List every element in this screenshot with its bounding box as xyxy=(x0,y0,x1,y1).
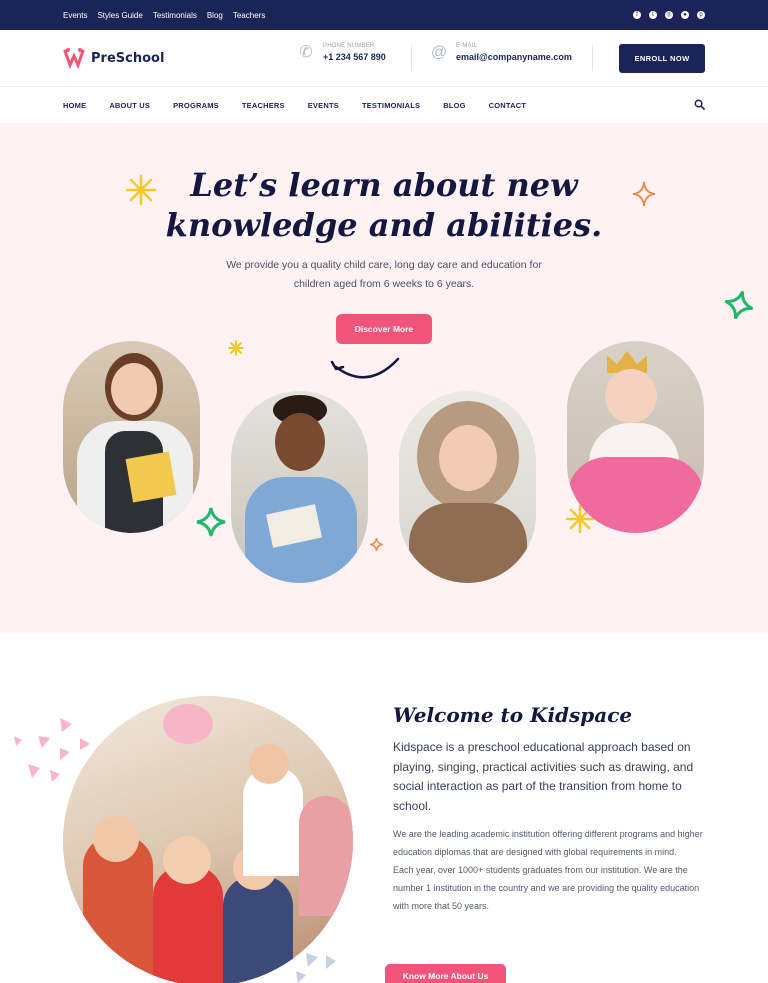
nav-item-teachers[interactable]: TEACHERS xyxy=(242,101,285,110)
pinterest-icon[interactable]: p xyxy=(697,11,705,19)
logo-icon xyxy=(63,48,85,69)
hero-subtitle-line2: children aged from 6 weeks to 6 years. xyxy=(293,278,475,290)
discover-more-button[interactable]: Discover More xyxy=(336,314,432,344)
orange-sparkle-icon xyxy=(632,181,656,207)
email-label: E-MAIL xyxy=(456,43,478,49)
main-nav: HOME ABOUT US PROGRAMS TEACHERS EVENTS T… xyxy=(0,87,768,123)
blue-triangles-decoration xyxy=(296,953,336,983)
instagram-icon[interactable]: ◎ xyxy=(665,11,673,19)
about-section: Welcome to Kidspace Kidspace is a presch… xyxy=(0,633,768,983)
enroll-button[interactable]: ENROLL NOW xyxy=(619,44,705,73)
top-links: Events Styles Guide Testimonials Blog Te… xyxy=(63,11,265,20)
about-body: We are the leading academic institution … xyxy=(393,825,703,915)
child-photo-1 xyxy=(63,341,200,533)
nav-item-blog[interactable]: BLOG xyxy=(443,101,465,110)
hero-title-line1: Let’s learn about new xyxy=(190,166,578,204)
about-paragraph-1: We are the leading academic institution … xyxy=(393,829,703,857)
phone-icon: ✆ xyxy=(299,43,313,61)
about-title: Welcome to Kidspace xyxy=(393,703,633,727)
hero-title-line2: knowledge and abilities. xyxy=(165,206,603,244)
nav-item-events[interactable]: EVENTS xyxy=(308,101,339,110)
facebook-icon[interactable]: f xyxy=(633,11,641,19)
phone-value[interactable]: +1 234 567 890 xyxy=(323,52,386,62)
top-link-teachers[interactable]: Teachers xyxy=(233,11,265,20)
nav-item-about[interactable]: ABOUT US xyxy=(109,101,150,110)
hero-subtitle: We provide you a quality child care, lon… xyxy=(200,256,568,294)
about-paragraph-2: Each year, over 1000+ students graduates… xyxy=(393,865,700,911)
child-photo-3 xyxy=(399,391,536,583)
header-divider xyxy=(411,45,412,71)
child-photo-2 xyxy=(231,391,368,583)
search-icon[interactable] xyxy=(694,99,705,110)
nav-item-testimonials[interactable]: TESTIMONIALS xyxy=(362,101,420,110)
email-value[interactable]: email@companyname.com xyxy=(456,52,572,62)
header-divider xyxy=(592,45,593,71)
about-lead: Kidspace is a preschool educational appr… xyxy=(393,740,694,813)
nav-item-programs[interactable]: PROGRAMS xyxy=(173,101,219,110)
top-bar: Events Styles Guide Testimonials Blog Te… xyxy=(0,0,768,30)
about-classroom-photo xyxy=(63,696,353,983)
phone-block: ✆ PHONE NUMBER +1 234 567 890 xyxy=(297,43,386,62)
top-link-testimonials[interactable]: Testimonials xyxy=(153,11,197,20)
child-photo-4 xyxy=(567,341,704,533)
top-link-styles-guide[interactable]: Styles Guide xyxy=(97,11,142,20)
email-block: @ E-MAIL email@companyname.com xyxy=(430,43,572,62)
green-sparkle-icon xyxy=(724,290,754,320)
curved-arrow-icon xyxy=(330,357,400,379)
nav-item-home[interactable]: HOME xyxy=(63,101,86,110)
orange-sparkle-icon xyxy=(369,537,384,552)
know-more-button[interactable]: Know More About Us xyxy=(385,964,506,983)
hero-section: Let’s learn about new knowledge and abil… xyxy=(0,123,768,633)
at-icon: @ xyxy=(430,43,448,61)
logo-text: PreSchool xyxy=(91,50,165,66)
nav-item-contact[interactable]: CONTACT xyxy=(489,101,527,110)
yellow-star-icon xyxy=(125,174,157,206)
logo[interactable]: PreSchool xyxy=(63,47,164,69)
hero-subtitle-line1: We provide you a quality child care, lon… xyxy=(226,259,542,271)
phone-label: PHONE NUMBER xyxy=(323,43,375,49)
dribbble-icon[interactable]: ● xyxy=(681,11,689,19)
small-yellow-star-icon xyxy=(228,340,244,356)
top-link-blog[interactable]: Blog xyxy=(207,11,223,20)
twitter-icon[interactable]: t xyxy=(649,11,657,19)
social-links: f t ◎ ● p xyxy=(633,11,705,19)
top-link-events[interactable]: Events xyxy=(63,11,87,20)
site-header: PreSchool ✆ PHONE NUMBER +1 234 567 890 … xyxy=(0,30,768,87)
